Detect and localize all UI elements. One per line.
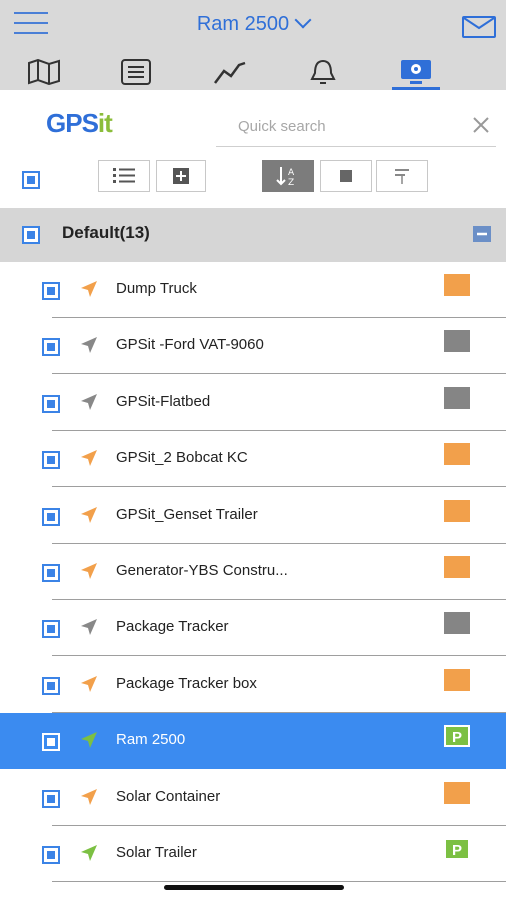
tab-map[interactable]	[26, 58, 62, 86]
vehicle-name: GPSit_2 Bobcat KC	[116, 449, 248, 467]
quick-search	[216, 108, 496, 147]
select-all-checkbox[interactable]	[22, 171, 40, 189]
vehicle-row[interactable]: GPSit_Genset Trailer	[0, 488, 506, 544]
status-badge	[444, 668, 470, 691]
status-badge	[444, 781, 470, 804]
heading-arrow-icon	[81, 506, 97, 523]
vehicle-title: Ram 2500	[196, 13, 290, 35]
gpsit-logo: GPSit	[46, 108, 113, 138]
group-checkbox[interactable]	[22, 226, 40, 244]
parked-status-badge: P	[444, 838, 470, 860]
square-icon	[340, 170, 352, 182]
search-input[interactable]	[236, 108, 470, 144]
vehicle-name: GPSit-Flatbed	[116, 392, 211, 410]
vehicle-checkbox[interactable]	[42, 507, 60, 526]
row-divider	[52, 881, 506, 882]
vehicle-row[interactable]: Package Tracker	[0, 600, 506, 657]
heading-arrow-icon	[81, 450, 97, 467]
sort-az-button[interactable]: AZ	[262, 160, 314, 192]
heading-arrow-icon	[81, 563, 97, 579]
vehicle-checkbox[interactable]	[42, 338, 60, 357]
heading-arrow-icon	[81, 675, 97, 692]
vehicle-row[interactable]: Package Tracker box	[0, 657, 506, 713]
tab-monitor[interactable]	[392, 58, 440, 90]
list-view-icon	[113, 168, 135, 183]
heading-arrow-icon	[81, 845, 97, 861]
vehicle-selector[interactable]: Ram 2500	[0, 11, 506, 36]
vehicle-name: Package Tracker	[116, 618, 229, 636]
bell-icon	[310, 59, 336, 84]
vehicle-row[interactable]: Solar Container	[0, 770, 506, 826]
vehicle-name: Generator-YBS Constru...	[116, 562, 288, 579]
vehicle-row[interactable]: GPSit -Ford VAT-9060	[0, 318, 506, 375]
tab-list[interactable]	[118, 58, 154, 86]
filter-button[interactable]	[376, 160, 428, 192]
vehicle-checkbox[interactable]	[42, 564, 60, 582]
chevron-down-icon	[294, 11, 312, 29]
parked-status-badge: P	[444, 725, 470, 748]
tab-reports[interactable]	[212, 58, 248, 86]
vehicle-checkbox[interactable]	[42, 789, 60, 808]
status-badge	[444, 443, 470, 466]
vehicle-row[interactable]: GPSit_2 Bobcat KC	[0, 431, 506, 488]
list-toolbar: AZ	[0, 158, 506, 208]
vehicle-name: GPSit_Genset Trailer	[116, 505, 258, 523]
heading-arrow-icon	[81, 337, 97, 354]
plus-box-icon	[173, 168, 189, 184]
vehicle-name: GPSit -Ford VAT-9060	[116, 336, 264, 354]
collapse-icon[interactable]	[472, 225, 492, 243]
mail-icon[interactable]	[462, 16, 496, 38]
vehicle-row[interactable]: Solar Trailer P	[0, 826, 506, 882]
filter-icon	[395, 169, 409, 184]
list-icon	[121, 59, 151, 85]
vehicle-row[interactable]: Generator-YBS Constru...	[0, 544, 506, 600]
status-badge	[444, 386, 470, 409]
heading-arrow-icon	[81, 281, 97, 297]
vehicle-row[interactable]: Ram 2500 P	[0, 713, 506, 770]
svg-text:Z: Z	[288, 178, 294, 187]
vehicle-row[interactable]: Dump Truck	[0, 262, 506, 318]
vehicle-checkbox[interactable]	[42, 676, 60, 695]
status-badge	[444, 499, 470, 522]
vehicle-checkbox[interactable]	[42, 451, 60, 470]
status-badge	[444, 330, 470, 353]
vehicle-checkbox[interactable]	[42, 620, 60, 639]
vehicle-row[interactable]: GPSit-Flatbed	[0, 375, 506, 431]
monitor-icon	[401, 60, 431, 84]
vehicle-name: Ram 2500	[116, 731, 186, 749]
vehicle-checkbox[interactable]	[42, 733, 60, 752]
vehicle-name: Solar Trailer	[116, 844, 197, 861]
vehicle-checkbox[interactable]	[42, 846, 60, 864]
add-group-button[interactable]	[156, 160, 206, 192]
tab-bar	[0, 52, 506, 90]
vehicle-checkbox[interactable]	[42, 282, 60, 300]
home-indicator	[164, 885, 344, 890]
sort-az-icon: AZ	[276, 167, 295, 187]
list-view-button[interactable]	[98, 160, 150, 192]
heading-arrow-icon	[81, 788, 97, 805]
heading-arrow-icon	[81, 619, 97, 636]
vehicle-name: Package Tracker box	[116, 674, 257, 692]
vehicle-name: Dump Truck	[116, 280, 197, 297]
clear-search-icon[interactable]	[472, 116, 490, 134]
top-bar: Ram 2500	[0, 0, 506, 90]
vehicle-name: Solar Container	[116, 787, 221, 805]
logo-row: GPSit	[0, 90, 506, 158]
tab-alerts[interactable]	[305, 58, 341, 86]
stop-sort-button[interactable]	[320, 160, 372, 192]
group-header[interactable]: Default(13)	[0, 208, 506, 262]
status-badge	[444, 274, 470, 296]
status-badge	[444, 556, 470, 578]
vehicle-checkbox[interactable]	[42, 394, 60, 413]
heading-arrow-icon	[81, 393, 97, 410]
map-icon	[28, 59, 60, 85]
chart-icon	[214, 61, 246, 84]
group-label: Default(13)	[62, 223, 150, 242]
status-badge	[444, 612, 470, 635]
heading-arrow-icon	[81, 732, 97, 749]
svg-text:A: A	[288, 168, 295, 178]
